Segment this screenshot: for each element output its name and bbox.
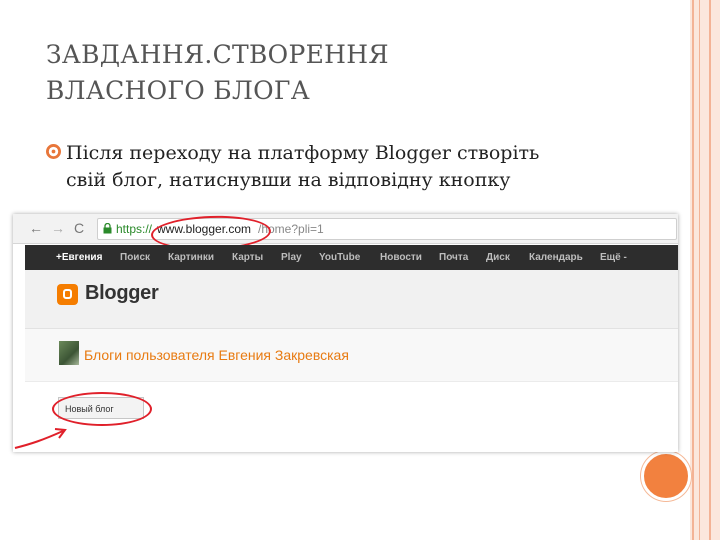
browser-toolbar: ← → C https:// www.blogger.com /home?pli… <box>13 214 678 253</box>
gbar-item-drive[interactable]: Диск <box>486 245 510 270</box>
bullet-item: Після переходу на платформу Blogger ство… <box>46 140 539 191</box>
browser-screenshot: ← → C https:// www.blogger.com /home?pli… <box>13 214 678 452</box>
gbar-item-play[interactable]: Play <box>281 245 302 270</box>
user-blogs-title: Блоги пользователя Евгения Закревская <box>84 347 349 363</box>
gbar-item-more[interactable]: Ещё - <box>600 245 627 270</box>
bullet-text-line-1: Після переходу на платформу Blogger ство… <box>66 142 540 164</box>
url-scheme: https:// <box>116 222 153 236</box>
gbar-item-mail[interactable]: Почта <box>439 245 468 270</box>
bullet-text-line-2: свій блог, натиснувши на відповідну кноп… <box>66 169 511 191</box>
slide-title: ЗАВДАННЯ.СТВОРЕННЯ ВЛАСНОГО БЛОГА <box>46 37 566 109</box>
back-arrow-icon[interactable]: ← <box>29 220 43 236</box>
decorative-line <box>692 0 694 540</box>
gbar-item-images[interactable]: Картинки <box>168 245 214 270</box>
decorative-strip <box>690 0 720 540</box>
blogger-logo-text[interactable]: Blogger <box>85 282 159 305</box>
avatar <box>59 341 79 365</box>
gbar-item-maps[interactable]: Карты <box>232 245 263 270</box>
reload-icon[interactable]: C <box>74 220 84 236</box>
decorative-line <box>709 0 711 540</box>
decorative-line <box>699 0 700 540</box>
forward-arrow-icon[interactable]: → <box>51 220 65 236</box>
bullet-icon <box>46 144 61 159</box>
slide-title-line-2: ВЛАСНОГО БЛОГА <box>46 76 311 105</box>
blogger-logo-icon[interactable] <box>57 284 78 305</box>
decorative-circle <box>641 451 691 501</box>
gbar-item-calendar[interactable]: Календарь <box>529 245 583 270</box>
annotation-arrow-icon <box>14 428 67 449</box>
gbar-item-news[interactable]: Новости <box>380 245 422 270</box>
gbar-item-youtube[interactable]: YouTube <box>319 245 360 270</box>
gbar-item-profile[interactable]: +Евгения <box>56 245 102 270</box>
google-bar: +Евгения Поиск Картинки Карты Play YouTu… <box>25 245 678 270</box>
lock-icon <box>103 223 112 234</box>
bullet-text: Після переходу на платформу Blogger ство… <box>66 140 626 194</box>
slide-title-line-1: ЗАВДАННЯ.СТВОРЕННЯ <box>46 40 389 69</box>
gbar-item-search[interactable]: Поиск <box>120 245 150 270</box>
